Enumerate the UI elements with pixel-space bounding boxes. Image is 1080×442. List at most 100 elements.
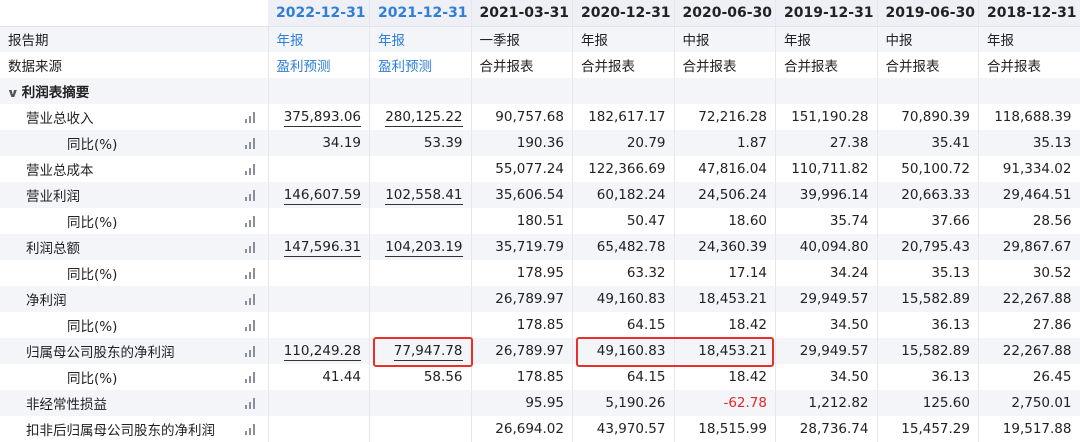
row-label: 数据来源 <box>0 52 268 78</box>
cell: 151,190.28 <box>776 104 878 130</box>
row-label: 同比(%) <box>67 267 117 283</box>
cell: 77,947.78 <box>370 338 472 364</box>
cell: 118,688.39 <box>979 104 1080 130</box>
cell: 18,453.21 <box>674 338 776 364</box>
cell: 280,125.22 <box>370 104 472 130</box>
cell: 年报 <box>979 26 1080 52</box>
cell: 35.74 <box>776 208 878 234</box>
cell: 28,736.74 <box>776 416 878 442</box>
bar-chart-icon[interactable] <box>244 215 258 227</box>
cell <box>268 312 370 338</box>
cell: 190.36 <box>471 130 573 156</box>
row-label-cell: 扣非后归属母公司股东的净利润 <box>0 416 268 442</box>
bar-chart-icon[interactable] <box>244 319 258 331</box>
column-header[interactable]: 2021-03-31 <box>471 0 573 26</box>
bar-chart-icon[interactable] <box>244 111 258 123</box>
cell: 29,867.67 <box>979 234 1080 260</box>
column-header[interactable]: 2020-12-31 <box>573 0 675 26</box>
cell: 27.86 <box>979 312 1080 338</box>
column-header[interactable]: 2022-12-31 <box>268 0 370 26</box>
row-label-cell: 营业总收入 <box>0 104 268 130</box>
cell: 22,267.88 <box>979 338 1080 364</box>
cell <box>370 156 472 182</box>
row-label-cell: 净利润 <box>0 286 268 312</box>
cell-value: 146,607.59 <box>284 187 361 205</box>
cell <box>370 390 472 416</box>
cell: 年报 <box>776 26 878 52</box>
cell: 20,795.43 <box>877 234 979 260</box>
cell: 64.15 <box>573 364 675 390</box>
row-label: 净利润 <box>26 293 67 309</box>
cell: 147,596.31 <box>268 234 370 260</box>
cell <box>268 416 370 442</box>
row-label: 营业总成本 <box>26 163 94 179</box>
table-row-total-profit: 利润总额 147,596.31 104,203.19 35,719.79 65,… <box>0 234 1080 260</box>
cell: 17.14 <box>674 260 776 286</box>
cell <box>370 260 472 286</box>
cell: 146,607.59 <box>268 182 370 208</box>
cell <box>877 78 979 104</box>
column-header[interactable]: 2020-06-30 <box>674 0 776 26</box>
column-header[interactable]: 2021-12-31 <box>370 0 472 26</box>
section-row-income-summary[interactable]: ∨利润表摘要 <box>0 78 1080 104</box>
cell: 40,094.80 <box>776 234 878 260</box>
bar-chart-icon[interactable] <box>244 371 258 383</box>
cell: 37.66 <box>877 208 979 234</box>
cell: 49,160.83 <box>573 338 675 364</box>
row-label: 扣非后归属母公司股东的净利润 <box>26 423 215 439</box>
column-header[interactable]: 2018-12-31 <box>979 0 1080 26</box>
cell: 178.95 <box>471 260 573 286</box>
header-corner <box>0 0 268 26</box>
cell <box>268 286 370 312</box>
cell-value: 104,203.19 <box>385 239 462 257</box>
bar-chart-icon[interactable] <box>244 397 258 409</box>
cell: 180.51 <box>471 208 573 234</box>
bar-chart-icon[interactable] <box>244 345 258 357</box>
cell: 178.85 <box>471 312 573 338</box>
bar-chart-icon[interactable] <box>244 163 258 175</box>
bar-chart-icon[interactable] <box>244 267 258 279</box>
cell: 34.50 <box>776 364 878 390</box>
cell: 年报 <box>268 26 370 52</box>
column-header[interactable]: 2019-12-31 <box>776 0 878 26</box>
cell: 35.41 <box>877 130 979 156</box>
cell: 19,517.88 <box>979 416 1080 442</box>
bar-chart-icon[interactable] <box>244 189 258 201</box>
row-label: 同比(%) <box>67 371 117 387</box>
row-label: 报告期 <box>0 26 268 52</box>
cell: 36.13 <box>877 312 979 338</box>
cell <box>471 78 573 104</box>
cell: 18.60 <box>674 208 776 234</box>
cell: 30.52 <box>979 260 1080 286</box>
bar-chart-icon[interactable] <box>244 293 258 305</box>
cell-value: 102,558.41 <box>385 187 462 205</box>
cell <box>268 78 370 104</box>
column-header[interactable]: 2019-06-30 <box>877 0 979 26</box>
profit-forecast-link[interactable]: 盈利预测 <box>370 52 472 78</box>
cell: 一季报 <box>471 26 573 52</box>
cell: 35.13 <box>877 260 979 286</box>
chevron-down-icon[interactable]: ∨ <box>7 86 20 100</box>
cell-value: 110,249.28 <box>284 343 361 361</box>
row-label: 同比(%) <box>67 215 117 231</box>
cell: 26,789.97 <box>471 338 573 364</box>
cell: 合并报表 <box>877 52 979 78</box>
bar-chart-icon[interactable] <box>244 241 258 253</box>
cell: 24,360.39 <box>674 234 776 260</box>
row-label: 利润总额 <box>26 241 80 257</box>
bar-chart-icon[interactable] <box>244 137 258 149</box>
profit-forecast-link[interactable]: 盈利预测 <box>268 52 370 78</box>
cell-value: 280,125.22 <box>385 109 462 127</box>
cell: 29,949.57 <box>776 286 878 312</box>
cell: 年报 <box>370 26 472 52</box>
cell: 95.95 <box>471 390 573 416</box>
cell: 60,182.24 <box>573 182 675 208</box>
cell: 35,606.54 <box>471 182 573 208</box>
row-label: 归属母公司股东的净利润 <box>26 345 175 361</box>
cell: 50,100.72 <box>877 156 979 182</box>
bar-chart-icon[interactable] <box>244 423 258 435</box>
table-row-revenue-yoy: 同比(%) 34.19 53.39 190.36 20.79 1.87 27.3… <box>0 130 1080 156</box>
cell: 5,190.26 <box>573 390 675 416</box>
section-label[interactable]: ∨利润表摘要 <box>0 78 268 104</box>
cell: 26,694.02 <box>471 416 573 442</box>
